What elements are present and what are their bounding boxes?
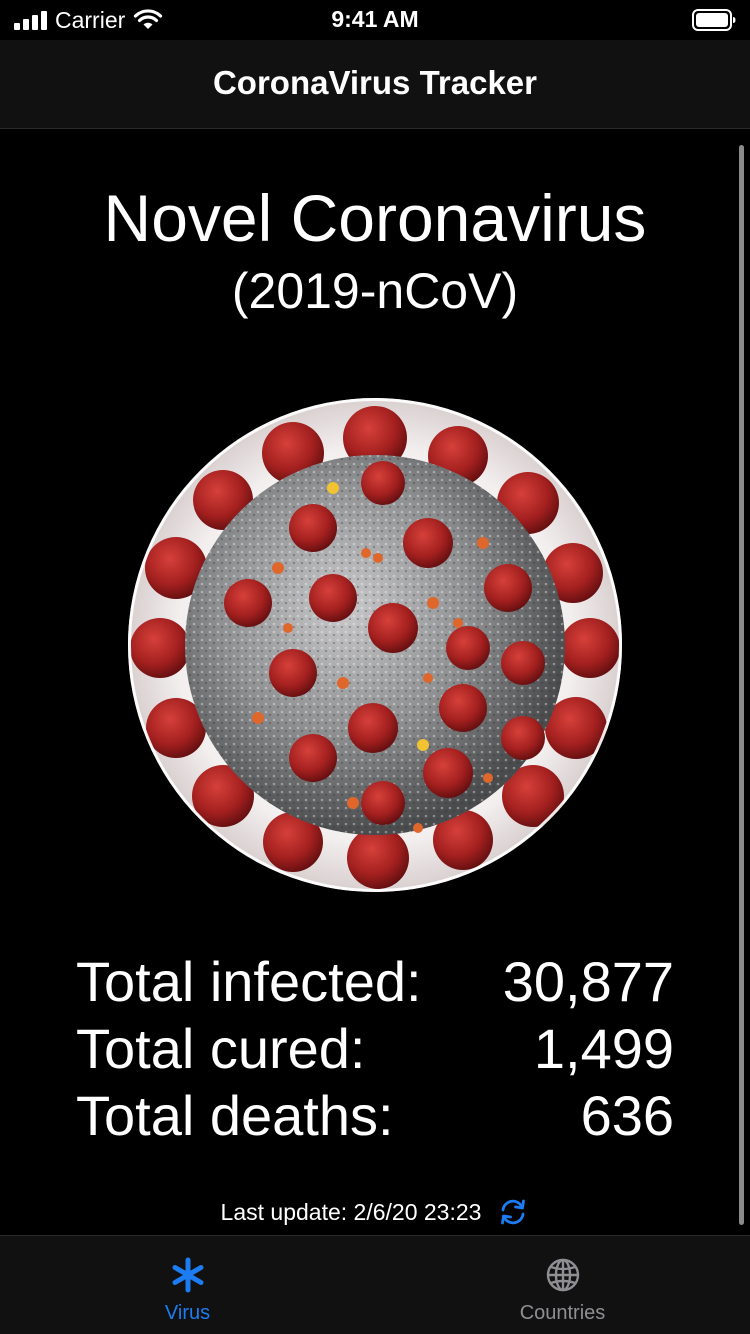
stat-value: 1,499 [533,1017,674,1080]
app-screen: Carrier 9:41 AM CoronaVirus Tracker Nove… [0,0,750,1334]
battery-icon [692,9,736,31]
coronavirus-illustration [128,398,622,892]
tab-bar: Virus Countries [0,1235,750,1334]
stat-label: Total deaths: [76,1084,394,1147]
status-time: 9:41 AM [331,6,419,32]
stat-row-infected: Total infected: 30,877 [76,948,674,1015]
coronavirus-image [128,398,622,892]
nav-title: CoronaVirus Tracker [212,64,538,101]
virus-code-subtitle: (2019-nCoV) [231,263,519,319]
stat-row-deaths: Total deaths: 636 [76,1082,674,1149]
refresh-icon[interactable] [497,1196,529,1228]
stat-label: Total cured: [76,1017,366,1080]
stat-label: Total infected: [76,950,422,1013]
stat-value: 636 [580,1084,674,1147]
virus-name-title: Novel Coronavirus [103,181,647,255]
globe-icon [546,1258,579,1292]
stat-row-cured: Total cured: 1,499 [76,1015,674,1082]
navigation-bar: CoronaVirus Tracker [0,40,750,129]
tab-countries-label: Countries [519,1302,606,1324]
status-bar: Carrier 9:41 AM [0,0,750,40]
stats-panel: Total infected: 30,877 Total cured: 1,49… [76,948,674,1149]
stat-value: 30,877 [502,950,674,1013]
tab-virus[interactable]: Virus [0,1236,375,1334]
tab-virus-label: Virus [164,1302,211,1324]
tab-countries[interactable]: Countries [375,1236,750,1334]
asterisk-icon [172,1257,203,1293]
last-update-label: Last update: 2/6/20 23:23 [220,1198,482,1225]
last-update-row: Last update: 2/6/20 23:23 [0,1196,750,1228]
